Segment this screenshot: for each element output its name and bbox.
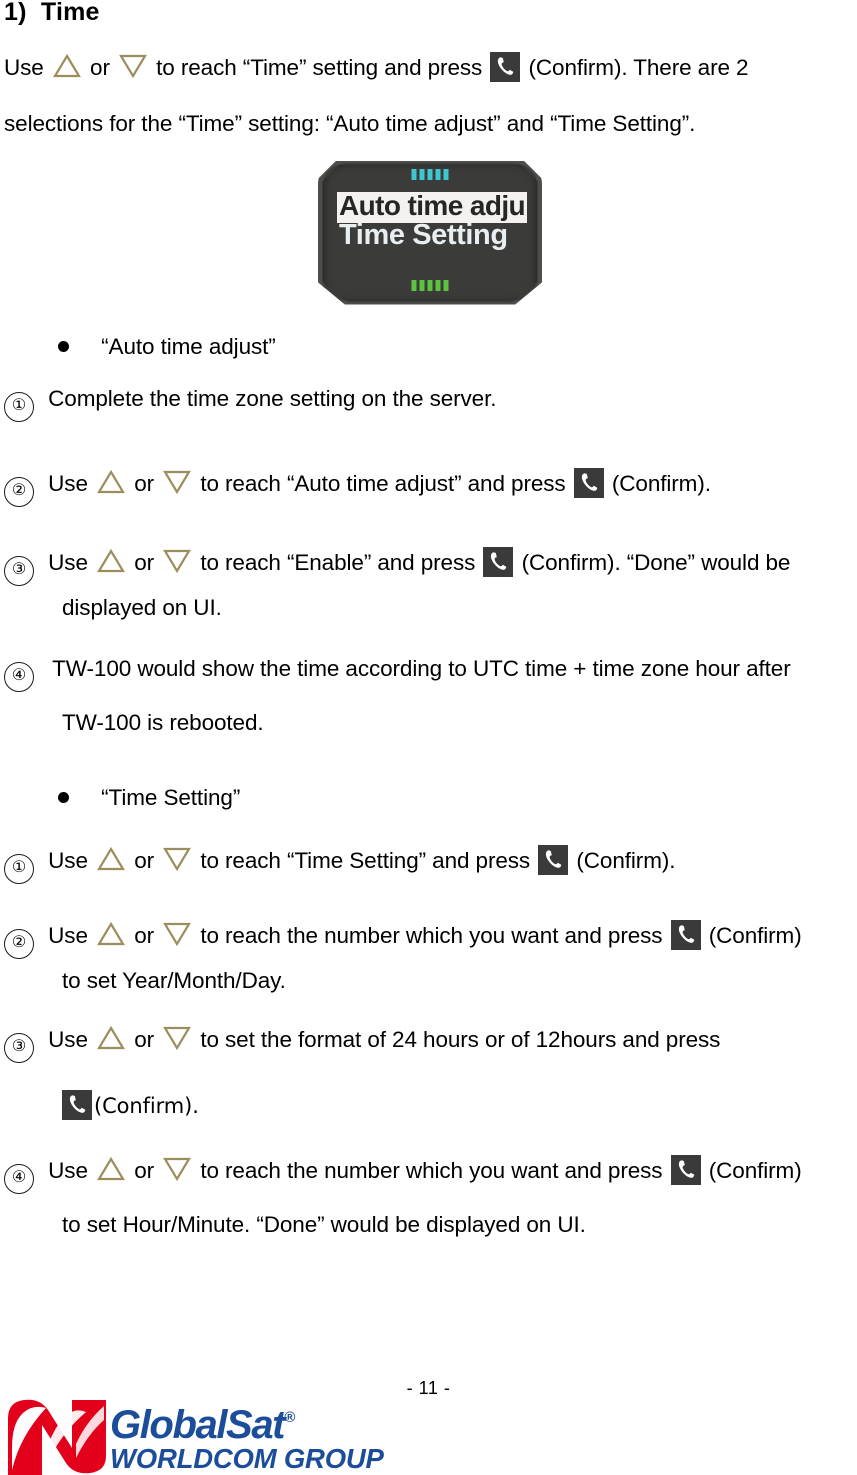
step-ts-3-or: or: [134, 1027, 154, 1052]
bullet-auto-time-adjust-label: “Auto time adjust”: [101, 334, 276, 359]
step-ts-4-confirm: (Confirm): [708, 1158, 802, 1183]
phone-confirm-icon: [538, 845, 569, 875]
step-ts-1-use: Use: [48, 848, 88, 873]
step-ts-2-or: or: [134, 923, 154, 948]
device-top-indicator-bars: [411, 169, 449, 180]
phone-confirm-icon: [670, 920, 701, 950]
triangle-down-icon: [162, 846, 192, 872]
step-ts-4-use: Use: [48, 1158, 88, 1183]
step-number-4: ④: [4, 662, 34, 692]
step-auto-3-body: to reach “Enable” and press: [200, 550, 476, 575]
device-screen-selected-label: Auto time adju: [339, 192, 526, 221]
triangle-down-icon: [162, 469, 192, 495]
globalsat-logo-text: GlobalSat® WORLDCOM GROUP: [110, 1397, 384, 1473]
device-screen-second-row: Time Setting: [339, 222, 535, 256]
device-screen-selected-row: Auto time adju: [337, 192, 527, 223]
page-title: 1) Time: [4, 0, 100, 26]
worldcom-group-label: WORLDCOM GROUP: [110, 1443, 384, 1474]
step-ts-3-continuation: (Confirm).: [60, 1090, 199, 1120]
phone-confirm-icon: [62, 1090, 92, 1120]
intro-text-confirm: (Confirm). There are 2: [528, 55, 749, 80]
step-auto-2-confirm: (Confirm).: [611, 471, 711, 496]
step-auto-4-continuation: TW-100 is rebooted.: [62, 710, 264, 735]
step-auto-2-body: to reach “Auto time adjust” and press: [200, 471, 566, 496]
step-auto-4-text: TW-100 would show the time according to …: [52, 656, 791, 681]
step-auto-3-confirm: (Confirm). “Done” would be: [521, 550, 791, 575]
step-auto-3-use: Use: [48, 550, 88, 575]
step-ts-2-confirm: (Confirm): [708, 923, 802, 948]
step-auto-2-use: Use: [48, 471, 88, 496]
bullet-auto-time-adjust: “Auto time adjust”: [58, 334, 276, 360]
step-number-4: ④: [4, 1164, 34, 1194]
triangle-up-icon: [96, 469, 126, 495]
bullet-time-setting: “Time Setting”: [58, 785, 240, 811]
triangle-down-icon: [162, 1156, 192, 1182]
step-ts-4-or: or: [134, 1158, 154, 1183]
document-page: 1) Time Use or to reach “Time” setting a…: [0, 0, 857, 1475]
intro-line-1: Use or to reach “Time” setting and press…: [4, 52, 749, 82]
step-auto-2: ② Use or to reach “Auto time adjust” and…: [4, 468, 711, 507]
bullet-dot-icon: [58, 341, 69, 352]
triangle-down-icon: [162, 1025, 192, 1051]
device-screenshot-image: Auto time adju Time Setting: [318, 158, 542, 310]
step-ts-3: ③ Use or to set the format of 24 hours o…: [4, 1025, 720, 1063]
intro-line-2: selections for the “Time” setting: “Auto…: [4, 111, 696, 136]
step-ts-1-or: or: [134, 848, 154, 873]
step-ts-2-use: Use: [48, 923, 88, 948]
triangle-up-icon: [52, 53, 82, 79]
step-ts-4-continuation: to set Hour/Minute. “Done” would be disp…: [62, 1212, 586, 1237]
phone-confirm-icon: [490, 52, 521, 82]
step-auto-3-or: or: [134, 550, 154, 575]
globalsat-logo-mark-icon: [8, 1399, 106, 1475]
step-number-1: ①: [4, 392, 34, 422]
globalsat-wordmark: GlobalSat®: [110, 1397, 384, 1446]
step-ts-2: ② Use or to reach the number which you w…: [4, 920, 802, 959]
step-ts-2-body: to reach the number which you want and p…: [200, 923, 663, 948]
intro-text-or: or: [90, 55, 110, 80]
phone-confirm-icon: [573, 468, 604, 498]
step-number-2: ②: [4, 477, 34, 507]
device-bottom-indicator-bars: [411, 280, 449, 291]
step-ts-4: ④ Use or to reach the number which you w…: [4, 1155, 802, 1194]
step-auto-1: ① Complete the time zone setting on the …: [4, 385, 497, 422]
step-auto-1-text: Complete the time zone setting on the se…: [48, 386, 497, 411]
step-ts-3-use: Use: [48, 1027, 88, 1052]
step-ts-1-confirm: (Confirm).: [576, 848, 676, 873]
device-screen-second-label: Time Setting: [339, 222, 508, 251]
step-auto-3-continuation: displayed on UI.: [62, 595, 222, 620]
globalsat-wordmark-label: GlobalSat: [110, 1403, 286, 1447]
step-number-2: ②: [4, 929, 34, 959]
intro-text-reach: to reach “Time” setting and press: [156, 55, 483, 80]
triangle-up-icon: [96, 548, 126, 574]
registered-trademark-icon: ®: [284, 1409, 296, 1426]
bullet-time-setting-label: “Time Setting”: [101, 785, 241, 810]
bullet-dot-icon: [58, 792, 69, 803]
phone-confirm-icon: [483, 547, 514, 577]
step-ts-1: ① Use or to reach “Time Setting” and pre…: [4, 845, 675, 884]
step-auto-2-or: or: [134, 471, 154, 496]
step-number-1: ①: [4, 854, 34, 884]
triangle-up-icon: [96, 846, 126, 872]
step-ts-2-continuation: to set Year/Month/Day.: [62, 968, 286, 993]
step-number-3: ③: [4, 1033, 34, 1063]
step-auto-3: ③ Use or to reach “Enable” and press (Co…: [4, 547, 790, 586]
phone-confirm-icon: [670, 1155, 701, 1185]
step-ts-3-body: to set the format of 24 hours or of 12ho…: [200, 1027, 721, 1052]
step-number-3: ③: [4, 556, 34, 586]
triangle-down-icon: [118, 53, 148, 79]
step-ts-3-confirm-text: (Confirm).: [94, 1094, 199, 1118]
globalsat-logo: GlobalSat® WORLDCOM GROUP: [6, 1396, 396, 1475]
step-ts-4-body: to reach the number which you want and p…: [200, 1158, 663, 1183]
triangle-down-icon: [162, 921, 192, 947]
step-ts-1-body: to reach “Time Setting” and press: [200, 848, 531, 873]
triangle-down-icon: [162, 548, 192, 574]
intro-text-use: Use: [4, 55, 44, 80]
triangle-up-icon: [96, 1156, 126, 1182]
step-auto-4: ④ TW-100 would show the time according t…: [4, 655, 791, 692]
triangle-up-icon: [96, 921, 126, 947]
triangle-up-icon: [96, 1025, 126, 1051]
